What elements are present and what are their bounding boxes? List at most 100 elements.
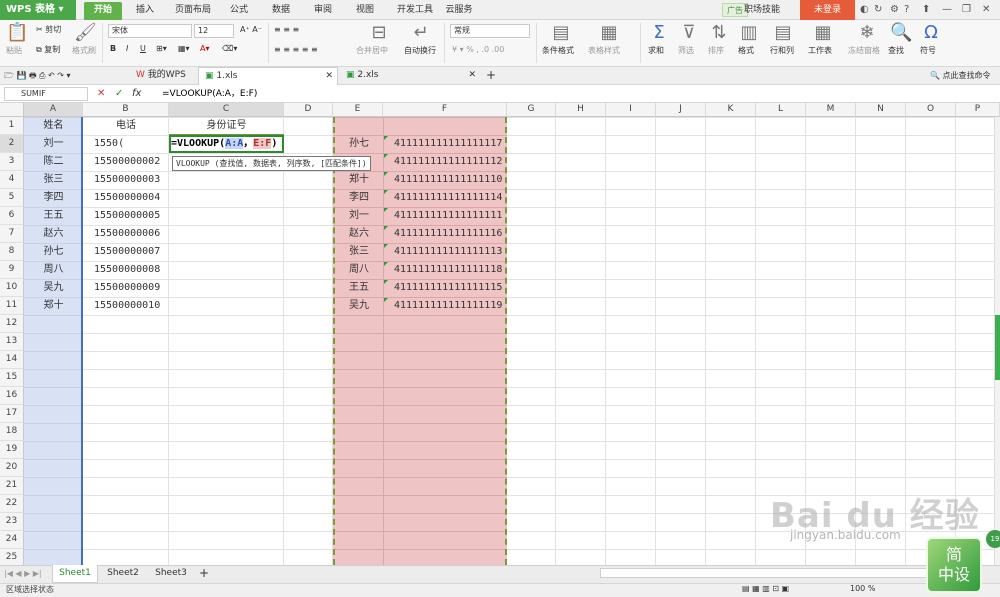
row-header-12[interactable]: 12 [0,315,24,333]
align-top-icon[interactable]: ≡ ≡ ≡ [274,25,299,35]
format-painter-label[interactable]: 格式刷 [72,46,96,56]
merge-label[interactable]: 合并居中 [356,46,388,56]
cell-name[interactable]: 吴九 [24,279,83,297]
row-header-6[interactable]: 6 [0,207,24,225]
minimize-icon[interactable]: — [942,4,952,16]
insert-function-icon[interactable]: fx [132,87,141,101]
font-name-select[interactable]: 宋体 [108,24,192,38]
row-header-2[interactable]: 2 [0,135,24,153]
tab-home[interactable]: 开始 [84,2,122,20]
tab-view[interactable]: 视图 [350,2,380,20]
format-icon[interactable]: ▥ [738,24,760,42]
column-header-p[interactable]: P [956,103,1000,117]
border-icon[interactable]: ⊞▾ [156,44,167,54]
tab-page-layout[interactable]: 页面布局 [170,2,216,20]
row-header-24[interactable]: 24 [0,531,24,549]
cell-lookup-name[interactable]: 李四 [335,189,383,207]
tab-cloud[interactable]: 云服务 [442,2,476,20]
cell-lookup-name[interactable]: 周八 [335,261,383,279]
paste-icon[interactable]: 📋 [6,24,28,42]
row-header-22[interactable]: 22 [0,495,24,513]
formula-input[interactable]: =VLOOKUP(A:A，E:F) [162,87,257,101]
close-tab-icon[interactable]: ✕ [325,68,333,85]
cell-name[interactable]: 李四 [24,189,83,207]
doc-tab-1xls[interactable]: ▣ 1.xls ✕ [198,67,338,85]
format-painter-icon[interactable]: 🖌 [74,24,97,42]
cell-id-number[interactable]: 411111111111111117 [384,135,506,153]
doc-tab-2xls[interactable]: ▣ 2.xls ✕ [340,67,480,85]
sort-label[interactable]: 排序 [708,46,724,56]
cell-id-number[interactable]: 411111111111111112 [384,153,506,171]
cell-name[interactable]: 张三 [24,171,83,189]
rows-cols-icon[interactable]: ▤ [772,24,794,42]
filter-label[interactable]: 筛选 [678,46,694,56]
freeze-label[interactable]: 冻结窗格 [848,46,880,56]
symbol-icon[interactable]: Ω [920,24,942,42]
row-header-5[interactable]: 5 [0,189,24,207]
row-header-16[interactable]: 16 [0,387,24,405]
find-icon[interactable]: 🔍 [890,24,912,42]
cell-name[interactable]: 陈二 [24,153,83,171]
settings-icon[interactable]: ⚙ [890,4,899,16]
cell-name[interactable]: 孙七 [24,243,83,261]
sync-icon[interactable]: ↻ [874,4,882,16]
cell-lookup-name[interactable]: 孙七 [335,135,383,153]
row-header-18[interactable]: 18 [0,423,24,441]
wrap-label[interactable]: 自动换行 [404,46,436,56]
cond-format-label[interactable]: 条件格式 [542,46,574,56]
worksheet-icon[interactable]: ▦ [812,24,834,42]
number-format-select[interactable]: 常规 [450,24,530,38]
cell-phone[interactable]: 15500000007 [94,243,168,261]
underline-button[interactable]: U [140,44,146,54]
ribbon-toggle-icon[interactable]: ⬆ [922,4,930,16]
sort-icon[interactable]: ⇅ [708,24,730,42]
column-header-d[interactable]: D [284,103,333,117]
command-search[interactable]: 🔍 点此查找命令 [930,71,991,81]
cell-phone[interactable]: 15500000003 [94,171,168,189]
tab-data[interactable]: 数据 [266,2,296,20]
tab-review[interactable]: 审阅 [308,2,338,20]
column-header-c[interactable]: C [169,103,284,117]
cell-lookup-name[interactable]: 赵六 [335,225,383,243]
cell-phone[interactable]: 15500000008 [94,261,168,279]
row-header-8[interactable]: 8 [0,243,24,261]
login-button[interactable]: 未登录 [800,0,855,20]
fill-color-icon[interactable]: ▦▾ [178,44,190,54]
ad-text[interactable]: 职场技能 [744,3,780,17]
cell-lookup-name[interactable]: 王五 [335,279,383,297]
column-header-a[interactable]: A [24,103,83,117]
row-header-10[interactable]: 10 [0,279,24,297]
cond-format-icon[interactable]: ▤ [548,24,574,42]
row-header-11[interactable]: 11 [0,297,24,315]
column-header-l[interactable]: L [756,103,806,117]
close-tab-icon[interactable]: ✕ [468,67,476,84]
cell-id-number[interactable]: 411111111111111115 [384,279,506,297]
cell-a1[interactable]: 姓名 [24,117,83,135]
merge-icon[interactable]: ⊟ [364,24,394,42]
row-header-7[interactable]: 7 [0,225,24,243]
cell-phone[interactable]: 15500000005 [94,207,168,225]
cell-phone[interactable]: 15500000009 [94,279,168,297]
sum-label[interactable]: 求和 [648,46,664,56]
row-header-17[interactable]: 17 [0,405,24,423]
row-header-15[interactable]: 15 [0,369,24,387]
bold-button[interactable]: B [110,44,116,54]
skin-icon[interactable]: ◐ [860,4,869,16]
cell-id-number[interactable]: 411111111111111111 [384,207,506,225]
cell-phone[interactable]: 15500000002 [94,153,168,171]
copy-button[interactable]: ⧉ 复制 [36,45,60,55]
tab-formulas[interactable]: 公式 [224,2,254,20]
row-header-14[interactable]: 14 [0,351,24,369]
row-header-21[interactable]: 21 [0,477,24,495]
column-header-b[interactable]: B [83,103,169,117]
tab-insert[interactable]: 插入 [130,2,160,20]
cell-formula-text[interactable]: =VLOOKUP(A:A，E:F) [171,135,277,153]
new-tab-button[interactable]: + [480,67,496,85]
cell-b1[interactable]: 电话 [83,117,169,135]
cell-id-number[interactable]: 411111111111111113 [384,243,506,261]
horizontal-scrollbar[interactable] [600,568,930,578]
cell-name[interactable]: 赵六 [24,225,83,243]
column-header-h[interactable]: H [556,103,606,117]
row-header-23[interactable]: 23 [0,513,24,531]
cell-id-number[interactable]: 411111111111111110 [384,171,506,189]
